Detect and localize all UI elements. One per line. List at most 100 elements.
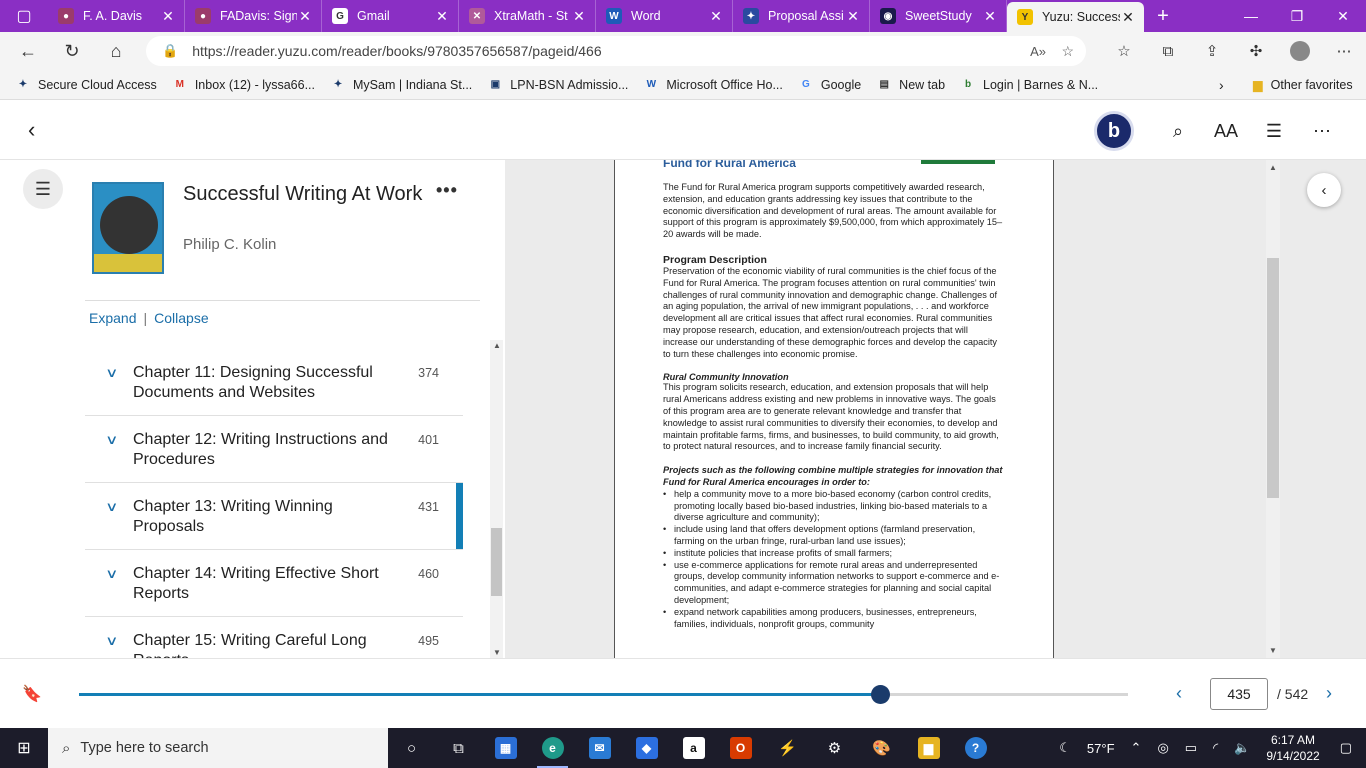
chevron-down-icon[interactable]: ∨ <box>105 566 118 582</box>
toc-scrollbar[interactable]: ▲ ▼ <box>490 340 503 658</box>
office-icon[interactable]: O <box>717 728 764 768</box>
tab-close-icon[interactable]: ✕ <box>434 8 450 25</box>
extensions-icon[interactable]: ✣ <box>1234 32 1278 70</box>
chevron-down-icon[interactable]: ∨ <box>105 633 118 649</box>
favorite-link[interactable]: W Microsoft Office Ho... <box>644 78 783 92</box>
share-icon[interactable]: ⇪ <box>1190 32 1234 70</box>
amazon-icon[interactable]: a <box>670 728 717 768</box>
content-scroll-down-icon[interactable]: ▼ <box>1269 646 1277 655</box>
browser-tab[interactable]: ◉ SweetStudy ✕ <box>870 0 1007 32</box>
browser-tab[interactable]: ✕ XtraMath - St ✕ <box>459 0 596 32</box>
search-icon[interactable]: ⌕ <box>1154 111 1202 151</box>
wifi-icon[interactable]: ◜ <box>1213 740 1218 756</box>
volume-icon[interactable]: 🔈 <box>1234 740 1250 756</box>
scroll-down-icon[interactable]: ▼ <box>493 648 501 657</box>
collapse-link[interactable]: Collapse <box>154 310 208 326</box>
next-page-icon[interactable]: › <box>1326 683 1332 704</box>
favorite-link[interactable]: G Google <box>799 78 861 92</box>
bookmarks-list-icon[interactable]: ☰ <box>1250 111 1298 151</box>
mail-icon[interactable]: ✉ <box>576 728 623 768</box>
reader-more-icon[interactable]: ⋯ <box>1298 111 1346 151</box>
paint-icon[interactable]: 🎨 <box>858 728 905 768</box>
home-icon[interactable]: ⌂ <box>94 32 138 70</box>
settings-more-icon[interactable]: ⋯ <box>1322 32 1366 70</box>
tab-close-icon[interactable]: ✕ <box>571 8 587 25</box>
tab-close-icon[interactable]: ✕ <box>708 8 724 25</box>
browser-tab[interactable]: Y Yuzu: Success ✕ <box>1007 2 1144 32</box>
other-favorites-folder[interactable]: ▆ Other favorites <box>1253 77 1353 93</box>
url-input[interactable]: 🔒 https://reader.yuzu.com/reader/books/9… <box>146 36 1086 66</box>
toc-menu-icon[interactable]: ☰ <box>23 169 63 209</box>
system-clock[interactable]: 6:17 AM 9/14/2022 <box>1266 732 1319 764</box>
edge-icon[interactable]: e <box>529 728 576 768</box>
profile-avatar[interactable] <box>1278 32 1322 70</box>
chapter-item[interactable]: ∨ Chapter 13: Writing Winning Proposals 43… <box>85 483 463 550</box>
collections-icon[interactable]: ⧉ <box>1146 32 1190 70</box>
refresh-icon[interactable]: ↻ <box>50 32 94 70</box>
chevron-down-icon[interactable]: ∨ <box>105 365 118 381</box>
chevron-down-icon[interactable]: ∨ <box>105 499 118 515</box>
content-scroll-up-icon[interactable]: ▲ <box>1269 163 1277 172</box>
collapse-panel-icon[interactable]: ‹ <box>1307 173 1341 207</box>
tab-close-icon[interactable]: ✕ <box>1120 9 1136 26</box>
notifications-icon[interactable]: ▢ <box>1340 740 1352 756</box>
help-icon[interactable]: ? <box>952 728 999 768</box>
store-icon[interactable]: ▦ <box>482 728 529 768</box>
chapter-item[interactable]: ∨ Chapter 14: Writing Effective Short Rep… <box>85 550 463 617</box>
book-options-icon[interactable]: ••• <box>436 180 458 201</box>
favorites-icon[interactable]: ☆ <box>1102 32 1146 70</box>
windows-start-icon[interactable]: ⊞ <box>0 728 48 768</box>
meet-now-icon[interactable]: ◎ <box>1157 740 1168 756</box>
browser-tab[interactable]: ● F. A. Davis ✕ <box>48 0 185 32</box>
battery-icon[interactable]: ▭ <box>1185 740 1197 756</box>
bookmark-icon[interactable]: 🔖 <box>22 683 42 705</box>
tab-close-icon[interactable]: ✕ <box>160 8 176 25</box>
favorite-link[interactable]: M Inbox (12) - lyssa66... <box>173 78 315 92</box>
file-explorer-icon[interactable]: ▆ <box>905 728 952 768</box>
app-bolt-icon[interactable]: ⚡ <box>764 728 811 768</box>
scroll-up-icon[interactable]: ▲ <box>493 341 501 350</box>
previous-page-icon[interactable]: ‹ <box>1176 683 1182 704</box>
weather-temperature[interactable]: 57°F <box>1087 741 1115 756</box>
page-progress-slider[interactable] <box>79 685 1128 704</box>
cortana-icon[interactable]: ○ <box>388 728 435 768</box>
toc-scroll-thumb[interactable] <box>491 528 502 596</box>
favorite-link[interactable]: ▤ New tab <box>877 78 945 92</box>
chevron-down-icon[interactable]: ∨ <box>105 432 118 448</box>
browser-tab[interactable]: G Gmail ✕ <box>322 0 459 32</box>
chapter-item[interactable]: ∨ Chapter 11: Designing Successful Docume… <box>85 349 463 416</box>
tab-actions-menu-icon[interactable]: ▢ <box>0 0 48 32</box>
tab-close-icon[interactable]: ✕ <box>297 8 313 25</box>
favorite-link[interactable]: b Login | Barnes & N... <box>961 78 1098 92</box>
content-scrollbar[interactable]: ▲ ▼ <box>1266 160 1280 658</box>
progress-thumb[interactable] <box>871 685 891 704</box>
favorite-link[interactable]: ✦ Secure Cloud Access <box>16 78 157 92</box>
close-window-icon[interactable]: ✕ <box>1320 0 1366 32</box>
taskbar-search-input[interactable]: ⌕ Type here to search <box>48 728 388 768</box>
tab-close-icon[interactable]: ✕ <box>982 8 998 25</box>
browser-tab[interactable]: ● FADavis: Sign ✕ <box>185 0 322 32</box>
expand-link[interactable]: Expand <box>89 310 136 326</box>
chapter-item[interactable]: ∨ Chapter 12: Writing Instructions and Pr… <box>85 416 463 483</box>
back-icon[interactable]: ← <box>6 32 50 70</box>
page-number-input[interactable]: 435 <box>1210 678 1268 710</box>
minimize-icon[interactable]: — <box>1228 0 1274 32</box>
reader-back-icon[interactable]: ‹ <box>28 117 35 143</box>
add-favorite-icon[interactable]: ☆ <box>1061 43 1074 60</box>
content-scroll-thumb[interactable] <box>1267 258 1279 498</box>
browser-tab[interactable]: W Word ✕ <box>596 0 733 32</box>
tab-close-icon[interactable]: ✕ <box>845 8 861 25</box>
font-size-icon[interactable]: AA <box>1202 111 1250 151</box>
brand-logo[interactable]: b <box>1094 111 1134 151</box>
weather-icon[interactable]: ☾ <box>1059 740 1071 756</box>
favorite-link[interactable]: ▣ LPN-BSN Admissio... <box>488 78 629 92</box>
settings-gear-icon[interactable]: ⚙ <box>811 728 858 768</box>
dropbox-icon[interactable]: ◆ <box>623 728 670 768</box>
read-aloud-icon[interactable]: A» <box>1030 44 1046 59</box>
new-tab-button[interactable]: + <box>1144 5 1182 28</box>
browser-tab[interactable]: ✦ Proposal Assi ✕ <box>733 0 870 32</box>
favorites-overflow-chevron-icon[interactable]: › <box>1219 77 1224 93</box>
task-view-icon[interactable]: ⧉ <box>435 728 482 768</box>
favorite-link[interactable]: ✦ MySam | Indiana St... <box>331 78 472 92</box>
restore-icon[interactable]: ❐ <box>1274 0 1320 32</box>
